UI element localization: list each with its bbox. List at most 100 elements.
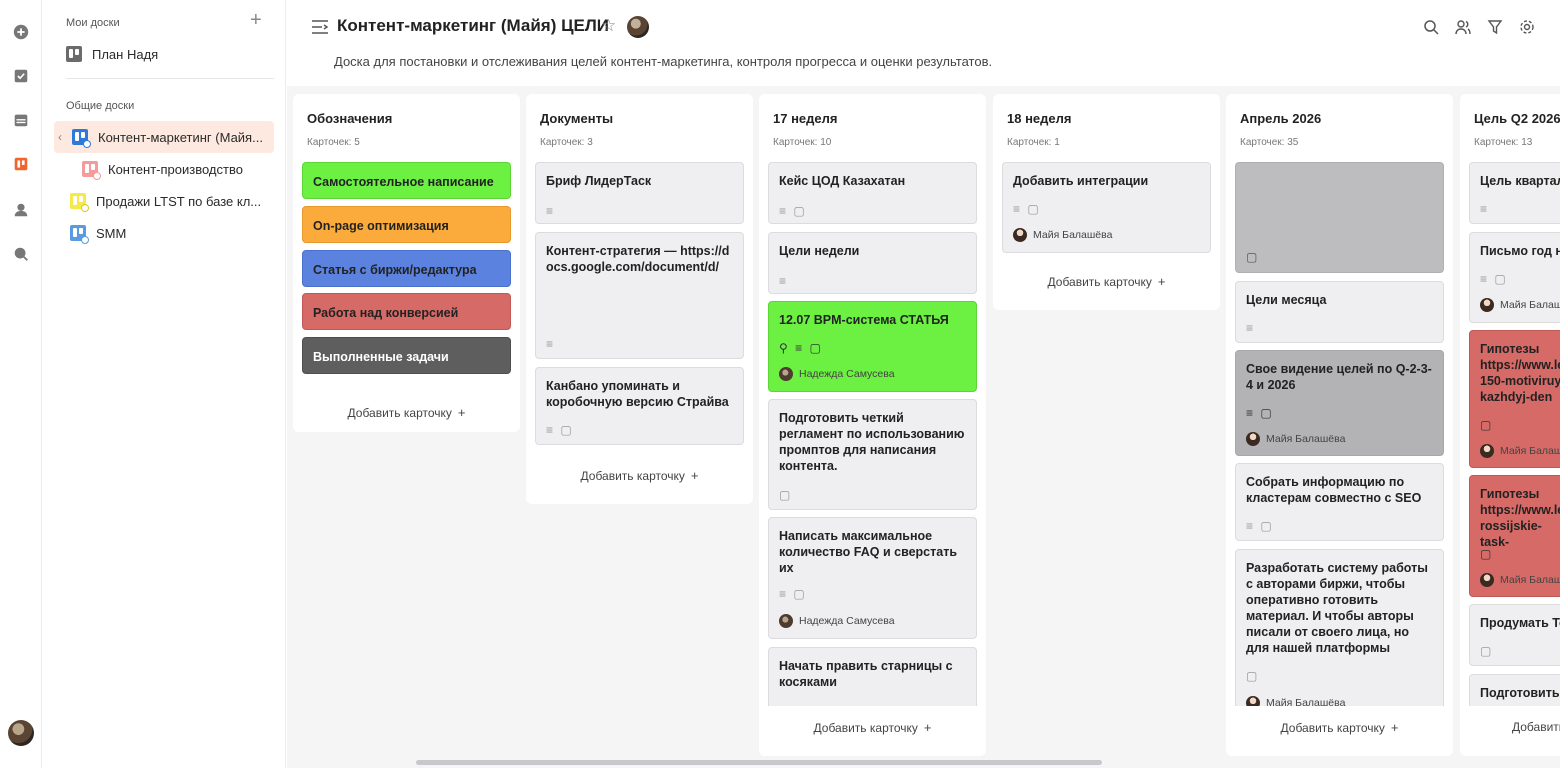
card[interactable]: Контент-стратегия — https://docs.google.…: [535, 232, 744, 359]
column-title: Апрель 2026: [1240, 111, 1322, 126]
card-meta-icons: ≡: [1480, 202, 1490, 216]
column-legend: Обозначения Карточек: 5 Самостоятельное …: [293, 94, 520, 432]
card[interactable]: Бриф ЛидерТаск ≡: [535, 162, 744, 224]
settings-icon[interactable]: [1518, 18, 1536, 36]
card[interactable]: Самостоятельное написание: [302, 162, 511, 199]
sidebar-item-sales-ltst[interactable]: Продажи LTST по базе кл...: [70, 185, 261, 217]
card[interactable]: Добавить интеграции ≡ ▢ Майя Балашёва: [1002, 162, 1211, 253]
column-title: Цель Q2 2026: [1474, 111, 1560, 126]
search-circle-icon[interactable]: [11, 244, 31, 264]
assignee-name: Майя Балашёва: [1266, 697, 1346, 706]
column-title: 17 неделя: [773, 111, 838, 126]
card-title: Разработать систему работы с авторами би…: [1246, 561, 1428, 655]
column-week-18: 18 неделя Карточек: 1 Добавить интеграци…: [993, 94, 1220, 310]
card[interactable]: Цель квартала ≡: [1469, 162, 1560, 224]
board-icon: [66, 46, 82, 62]
sidebar-item-smm[interactable]: SMM: [70, 217, 126, 249]
column-april-2026: Апрель 2026 Карточек: 35 ▢ Цели месяца ≡…: [1226, 94, 1453, 756]
card-title: Гипотезы https://www.lea rossijskie-task…: [1480, 487, 1560, 549]
plus-icon: +: [1390, 720, 1399, 735]
card-title: Кейс ЦОД Казахатан: [779, 174, 906, 188]
assignee-name: Майя Балашё: [1500, 574, 1560, 586]
add-card-button[interactable]: Добавить карточку: [1460, 720, 1560, 734]
members-icon[interactable]: [1454, 18, 1472, 36]
card[interactable]: Письмо год на ≡ ▢ Майя Балашё: [1469, 232, 1560, 323]
sidebar-item-content-marketing[interactable]: ‹ Контент-маркетинг (Майя...: [54, 121, 274, 153]
card-meta-icons: ≡: [1246, 321, 1256, 335]
card[interactable]: Собрать информацию по кластерам совместн…: [1235, 463, 1444, 541]
add-card-button[interactable]: Добавить карточку +: [759, 720, 986, 735]
calendar-icon[interactable]: [11, 110, 31, 130]
card[interactable]: Выполненные задачи: [302, 337, 511, 374]
card-meta-icons: ≡: [546, 337, 556, 351]
card[interactable]: Написать максимальное количество FAQ и с…: [768, 517, 977, 639]
card-meta-icons: ▢: [1246, 669, 1260, 683]
sidebar-item-label: SMM: [96, 225, 127, 241]
card[interactable]: Кейс ЦОД Казахатан ≡ ▢: [768, 162, 977, 224]
shared-board-icon: [72, 129, 91, 148]
chevron-left-icon[interactable]: ‹: [58, 130, 72, 144]
add-card-button[interactable]: Добавить карточку +: [993, 274, 1220, 289]
board-owner-avatar[interactable]: [627, 16, 649, 38]
user-icon[interactable]: [11, 200, 31, 220]
card[interactable]: Подготовить С: [1469, 674, 1560, 706]
column-cards: Кейс ЦОД Казахатан ≡ ▢ Цели недели ≡ 12.…: [768, 162, 977, 706]
card-title: Канбано упоминать и коробочную версию Ст…: [546, 379, 729, 409]
sidebar-item-label: План Надя: [92, 46, 159, 62]
card[interactable]: Гипотезы https://www.lea rossijskie-task…: [1469, 475, 1560, 597]
shared-board-icon: [70, 225, 89, 244]
card[interactable]: Работа над конверсией: [302, 293, 511, 330]
tasks-icon[interactable]: [11, 66, 31, 86]
assignee-avatar: [779, 367, 793, 381]
card[interactable]: Гипотезы https://www.lea 150-motiviruyu …: [1469, 330, 1560, 468]
shared-board-icon: [82, 161, 101, 180]
card[interactable]: ▢: [1235, 162, 1444, 273]
sidebar-item-plan-nadya[interactable]: План Надя: [66, 38, 158, 70]
add-card-label: Добавить карточку: [347, 406, 452, 420]
sidebar-divider: [66, 78, 274, 79]
add-board-button[interactable]: +: [250, 10, 262, 30]
card-meta-icons: ≡ ▢: [1246, 519, 1274, 533]
horizontal-scrollbar[interactable]: [416, 760, 1102, 765]
card-meta-icons: ≡: [779, 274, 789, 288]
card[interactable]: Статья с биржи/редактура: [302, 250, 511, 287]
card[interactable]: Подготовить четкий регламент по использо…: [768, 399, 977, 510]
column-card-count: Карточек: 1: [1007, 137, 1060, 148]
card[interactable]: Продумать ToV ▢: [1469, 604, 1560, 666]
card[interactable]: Разработать систему работы с авторами би…: [1235, 549, 1444, 706]
assignee-avatar: [1480, 573, 1494, 587]
card[interactable]: On-page оптимизация: [302, 206, 511, 243]
column-title: 18 неделя: [1007, 111, 1072, 126]
add-card-label: Добавить карточку: [813, 721, 918, 735]
user-avatar[interactable]: [8, 720, 34, 746]
card-assignee: Майя Балашёва: [1013, 227, 1112, 243]
add-card-button[interactable]: Добавить карточку +: [293, 405, 520, 420]
add-card-label: Добавить карточку: [1280, 721, 1385, 735]
filter-icon[interactable]: [1486, 18, 1504, 36]
card-meta-icons: ≡ ▢: [1246, 406, 1274, 420]
boards-icon[interactable]: [11, 154, 31, 174]
plus-icon: +: [457, 405, 466, 420]
star-icon[interactable]: ☆: [601, 16, 616, 36]
add-card-button[interactable]: Добавить карточку +: [526, 468, 753, 483]
card-title: Начать править старницы с косяками: [779, 659, 953, 689]
assignee-name: Надежда Самусева: [799, 368, 895, 380]
add-circle-icon[interactable]: [11, 22, 31, 42]
column-week-17: 17 неделя Карточек: 10 Кейс ЦОД Казахата…: [759, 94, 986, 756]
add-card-button[interactable]: Добавить карточку +: [1226, 720, 1453, 735]
card[interactable]: 12.07 BPM-система СТАТЬЯ ⚲ ≡ ▢ Надежда С…: [768, 301, 977, 392]
card[interactable]: Свое видение целей по Q-2-3-4 и 2026 ≡ ▢…: [1235, 350, 1444, 456]
card[interactable]: Цели месяца ≡: [1235, 281, 1444, 343]
sidebar-item-content-production[interactable]: Контент-производство: [82, 153, 243, 185]
card[interactable]: Цели недели ≡: [768, 232, 977, 294]
column-title: Обозначения: [307, 111, 393, 126]
card-meta-icons: ≡: [546, 204, 556, 218]
board-header: Контент-маркетинг (Майя) ЦЕЛИ ☆ Доска дл…: [287, 0, 1560, 86]
card[interactable]: Начать править старницы с косяками: [768, 647, 977, 706]
card-assignee: Майя Балашё: [1480, 572, 1560, 588]
search-icon[interactable]: [1422, 18, 1440, 36]
header-actions: [1422, 18, 1536, 36]
collapse-menu-icon[interactable]: [311, 19, 329, 35]
card[interactable]: Канбано упоминать и коробочную версию Ст…: [535, 367, 744, 445]
column-goal-q2-2026: Цель Q2 2026 Карточек: 13 Цель квартала …: [1460, 94, 1560, 756]
